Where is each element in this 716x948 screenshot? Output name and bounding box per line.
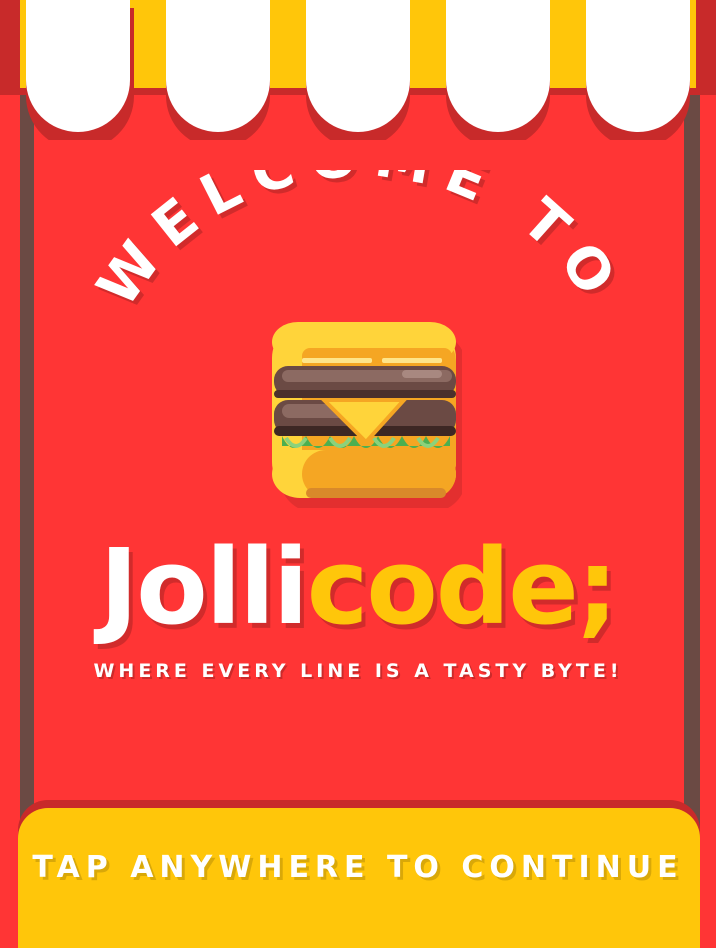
brand-part-white: Jolli: [99, 526, 309, 648]
tagline: WHERE EVERY LINE IS A TASTY BYTE!: [93, 660, 623, 682]
brand-part-yellow: code;: [306, 526, 619, 648]
brand-title: Jollicode;: [0, 535, 716, 639]
awning: [0, 0, 716, 140]
burger-icon: [272, 322, 462, 508]
continue-label[interactable]: TAP ANYWHERE TO CONTINUE: [0, 850, 716, 885]
